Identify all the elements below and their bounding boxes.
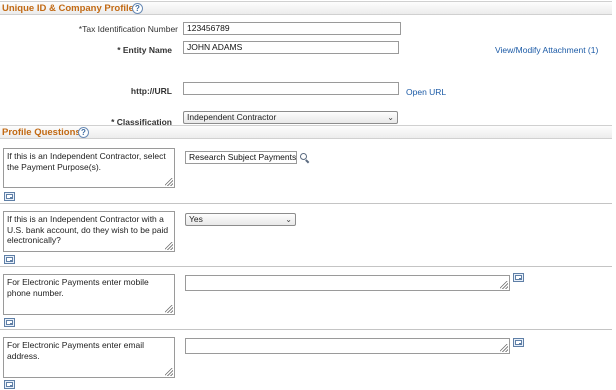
tax-id-field[interactable]: 123456789 bbox=[183, 22, 401, 35]
question-label: If this is an Independent Contractor wit… bbox=[7, 214, 169, 245]
url-label: http://URL bbox=[130, 86, 172, 96]
expand-icon[interactable] bbox=[4, 192, 15, 201]
tax-id-label: *Tax Identification Number bbox=[78, 24, 178, 34]
divider bbox=[0, 329, 612, 330]
section-title: Unique ID & Company Profile bbox=[2, 3, 134, 14]
mobile-phone-field[interactable] bbox=[185, 275, 510, 291]
entity-name-label: * Entity Name bbox=[117, 45, 172, 55]
question-label: For Electronic Payments enter email addr… bbox=[7, 340, 144, 361]
classification-select[interactable]: Independent Contractor ⌄ bbox=[183, 111, 398, 124]
paid-electronically-select[interactable]: Yes ⌄ bbox=[185, 213, 296, 226]
expand-icon[interactable] bbox=[4, 380, 15, 389]
resize-handle-icon[interactable] bbox=[165, 242, 173, 250]
search-icon[interactable] bbox=[300, 153, 310, 164]
expand-icon[interactable] bbox=[513, 273, 524, 282]
paid-electronically-value: Yes bbox=[189, 214, 203, 224]
section-title: Profile Questions bbox=[2, 127, 81, 138]
entity-name-field[interactable]: JOHN ADAMS bbox=[183, 41, 399, 54]
resize-handle-icon[interactable] bbox=[500, 344, 508, 352]
help-icon[interactable]: ? bbox=[78, 127, 89, 138]
section-header-questions: Profile Questions ? bbox=[0, 125, 612, 139]
question-text-2: If this is an Independent Contractor wit… bbox=[3, 211, 175, 252]
divider bbox=[0, 203, 612, 204]
question-text-4: For Electronic Payments enter email addr… bbox=[3, 337, 175, 378]
section-header-profile: Unique ID & Company Profile ? bbox=[0, 1, 612, 15]
chevron-down-icon: ⌄ bbox=[285, 215, 292, 224]
help-icon[interactable]: ? bbox=[132, 3, 143, 14]
expand-icon[interactable] bbox=[4, 255, 15, 264]
resize-handle-icon[interactable] bbox=[165, 305, 173, 313]
divider bbox=[0, 266, 612, 267]
question-text-1: If this is an Independent Contractor, se… bbox=[3, 148, 175, 188]
url-field[interactable] bbox=[183, 82, 399, 95]
payment-purpose-field[interactable]: Research Subject Payments, bbox=[185, 151, 297, 164]
resize-handle-icon[interactable] bbox=[165, 178, 173, 186]
question-label: For Electronic Payments enter mobile pho… bbox=[7, 277, 149, 298]
classification-value: Independent Contractor bbox=[187, 112, 277, 122]
open-url-link[interactable]: Open URL bbox=[406, 87, 446, 97]
chevron-down-icon: ⌄ bbox=[387, 113, 394, 122]
expand-icon[interactable] bbox=[513, 338, 524, 347]
email-field[interactable] bbox=[185, 338, 510, 354]
resize-handle-icon[interactable] bbox=[500, 281, 508, 289]
resize-handle-icon[interactable] bbox=[165, 368, 173, 376]
expand-icon[interactable] bbox=[4, 318, 15, 327]
question-label: If this is an Independent Contractor, se… bbox=[7, 151, 166, 172]
view-modify-attachment-link[interactable]: View/Modify Attachment (1) bbox=[495, 45, 598, 55]
question-text-3: For Electronic Payments enter mobile pho… bbox=[3, 274, 175, 315]
